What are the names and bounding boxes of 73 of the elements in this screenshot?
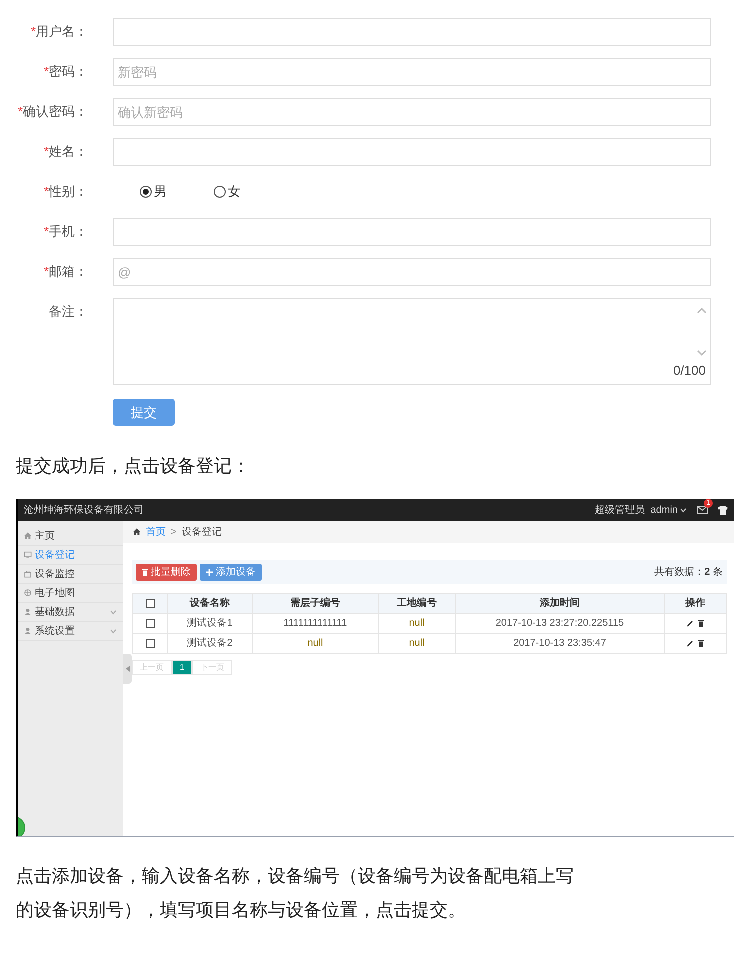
mail-icon[interactable] xyxy=(697,506,708,514)
globe-icon xyxy=(24,589,32,597)
user-role: 超级管理员 xyxy=(594,504,645,518)
shirt-icon[interactable] xyxy=(718,506,728,514)
table-cell: 2017-10-13 23:27:20.225115 xyxy=(496,618,624,629)
field-label: 用户名： xyxy=(36,23,88,41)
caret-icon xyxy=(680,508,687,512)
table-cell: null xyxy=(409,618,425,629)
home-icon xyxy=(133,528,141,536)
column-header: 添加时间 xyxy=(456,594,664,614)
sidebar-item[interactable]: 基础数据 xyxy=(18,603,123,622)
table-cell: null xyxy=(308,638,324,649)
edit-icon[interactable] xyxy=(687,640,694,647)
trash-icon xyxy=(142,568,148,576)
breadcrumb-separator: > xyxy=(171,526,177,540)
required-mark: * xyxy=(44,63,49,81)
column-header: 工地编号 xyxy=(378,594,456,614)
home-icon xyxy=(24,532,32,540)
breadcrumb-current: 设备登记 xyxy=(182,526,222,540)
chevron-down-icon xyxy=(110,628,117,634)
person-icon xyxy=(24,608,32,616)
required-mark: * xyxy=(44,223,49,241)
input-field[interactable]: 新密码 xyxy=(113,58,711,86)
input-field[interactable] xyxy=(113,18,711,46)
input-field[interactable]: 确认新密码 xyxy=(113,98,711,126)
bag-icon xyxy=(24,570,32,578)
caret-left-icon xyxy=(126,666,130,672)
radio-option[interactable]: 女 xyxy=(214,182,241,202)
table-cell: 1111111111111 xyxy=(284,618,348,629)
character-counter: 0/100 xyxy=(673,362,706,380)
monitor-icon xyxy=(24,551,32,559)
required-mark: * xyxy=(44,263,49,281)
input-field[interactable]: @ xyxy=(113,258,711,286)
field-label: 手机： xyxy=(49,223,88,241)
trash-icon[interactable] xyxy=(698,640,704,647)
sidebar-item[interactable]: 设备监控 xyxy=(18,565,123,584)
radio-option[interactable]: 男 xyxy=(140,182,167,202)
field-label: 邮箱： xyxy=(49,263,88,281)
table-cell: 2017-10-13 23:35:47 xyxy=(514,638,606,649)
plus-icon xyxy=(206,568,213,576)
paragraph: 点击添加设备，输入设备名称，设备编号（设备编号为设备配电箱上写 的设备识别号），填写项目名称与设备位置，点击提交。 xyxy=(16,865,575,922)
sidebar-item[interactable]: 电子地图 xyxy=(18,584,123,603)
field-label: 性别： xyxy=(49,183,88,201)
trash-icon[interactable] xyxy=(698,620,704,627)
total-count: 共有数据：2 条 xyxy=(654,566,723,580)
row-checkbox[interactable] xyxy=(146,638,154,648)
paragraph: 提交成功后，点击设备登记： xyxy=(16,455,251,478)
table-cell: null xyxy=(409,638,425,649)
required-mark: * xyxy=(18,103,23,121)
field-label: 备注： xyxy=(49,303,88,321)
user-menu[interactable]: admin xyxy=(650,502,687,518)
row-checkbox[interactable] xyxy=(146,618,154,628)
field-label: 姓名： xyxy=(49,143,88,161)
sidebar-item[interactable]: 系统设置 xyxy=(18,622,123,641)
column-header: 操作 xyxy=(664,594,726,614)
table-cell: 测试设备2 xyxy=(187,638,233,649)
required-mark: * xyxy=(30,23,36,41)
input-field[interactable] xyxy=(113,218,711,246)
chevron-down-icon xyxy=(110,610,117,614)
field-label: 确认密码： xyxy=(23,103,88,121)
table-cell: 测试设备1 xyxy=(187,618,233,629)
required-mark: * xyxy=(44,183,49,201)
person-icon xyxy=(24,627,32,635)
input-field[interactable] xyxy=(113,138,711,166)
column-header: 需层子编号 xyxy=(252,594,378,614)
required-mark: * xyxy=(44,143,49,161)
field-label: 密码： xyxy=(49,63,88,81)
column-header: 设备名称 xyxy=(168,594,252,614)
edit-icon[interactable] xyxy=(687,620,694,627)
page-button[interactable]: 1 xyxy=(172,660,192,675)
batch-delete-button[interactable]: 批量删除 xyxy=(136,564,197,580)
select-all-checkbox[interactable] xyxy=(146,598,154,608)
app-title: 沧州坤海环保设备有限公司 xyxy=(24,504,144,518)
